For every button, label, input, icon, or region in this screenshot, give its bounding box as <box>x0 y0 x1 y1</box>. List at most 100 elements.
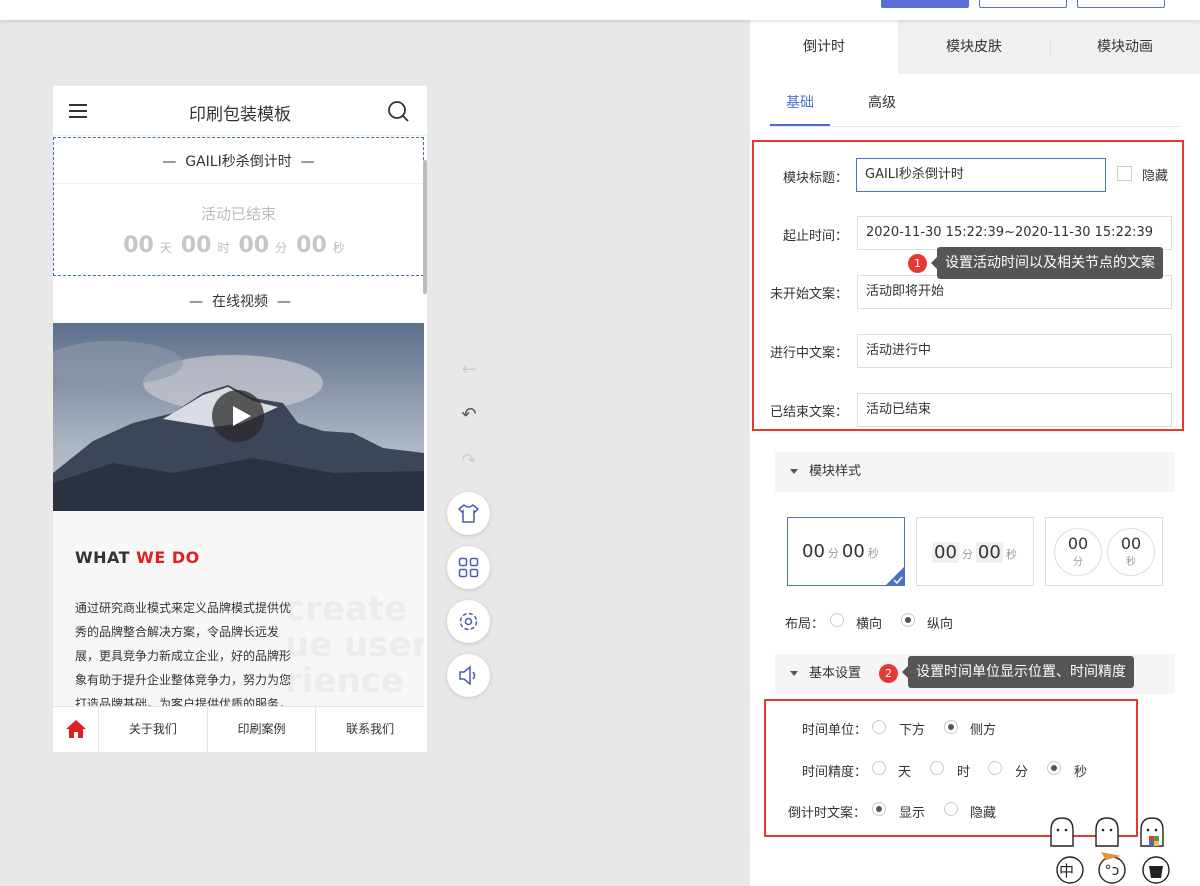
in-progress-label: 进行中文案： <box>769 346 848 361</box>
precision-second-label: 秒 <box>1074 765 1088 780</box>
time-unit-side-radio[interactable] <box>944 720 958 734</box>
minutes-value: 00 <box>238 233 270 258</box>
modules-tool-button[interactable] <box>447 546 490 589</box>
hide-title-checkbox[interactable] <box>1117 166 1132 181</box>
subtab-basic[interactable]: 基础 <box>786 92 814 112</box>
time-unit-below-label: 下方 <box>899 723 926 738</box>
precision-label: 时间精度： <box>802 765 868 780</box>
countdown-text-show-label: 显示 <box>899 806 926 821</box>
precision-hour-radio[interactable] <box>930 761 944 775</box>
tip-2-badge: 2 <box>879 664 898 683</box>
time-unit-side-label: 侧方 <box>970 723 997 738</box>
module-style-section[interactable]: 模块样式 <box>775 452 1175 492</box>
days-unit: 天 <box>159 241 172 255</box>
precision-hour-label: 时 <box>957 765 971 780</box>
tab-module-animation[interactable]: 模块动画 <box>1050 20 1200 74</box>
skin-tool-button[interactable] <box>447 492 490 535</box>
what-we-do-heading: WHAT WE DO <box>75 548 200 567</box>
gear-icon <box>459 612 478 631</box>
settings-panel: 倒计时 模块皮肤 模块动画 基础 高级 模块标题： GAILI秒杀倒计时 隐藏 … <box>750 20 1200 886</box>
subtab-divider <box>770 126 1180 127</box>
precision-day-radio[interactable] <box>872 761 886 775</box>
layout-vertical-label: 纵向 <box>927 617 954 632</box>
ended-input[interactable]: 活动已结束 <box>857 393 1172 427</box>
nav-item-contact[interactable]: 联系我们 <box>316 707 424 752</box>
not-started-label: 未开始文案： <box>769 287 848 302</box>
layout-horizontal-label: 横向 <box>856 617 883 632</box>
countdown-module[interactable]: — GAILI秒杀倒计时 — 活动已结束 00 天 00 时 00 分 00 秒 <box>53 137 424 276</box>
circle-minutes: 00 分 <box>1054 528 1102 576</box>
tab-module-skin[interactable]: 模块皮肤 <box>898 20 1050 74</box>
home-nav-item[interactable] <box>53 707 99 752</box>
search-icon[interactable] <box>387 100 409 122</box>
module-title-input[interactable]: GAILI秒杀倒计时 <box>856 158 1106 192</box>
secondary-action-button[interactable] <box>979 0 1067 8</box>
home-icon <box>66 720 86 738</box>
play-button[interactable] <box>212 390 264 442</box>
phone-scrollbar[interactable] <box>423 160 427 294</box>
tshirt-icon <box>458 504 479 523</box>
background-text: create ue user rience <box>285 589 424 701</box>
time-range-input[interactable]: 2020-11-30 15:22:39~2020-11-30 15:22:39 <box>857 216 1172 250</box>
hours-unit: 时 <box>217 241 230 255</box>
countdown-divider <box>54 183 423 184</box>
tip-1-tooltip: 设置活动时间以及相关节点的文案 <box>931 247 1163 279</box>
seconds-unit: 秒 <box>332 241 345 255</box>
style-card-2[interactable]: 00 分 00 秒 <box>916 517 1034 586</box>
precision-minute-radio[interactable] <box>988 761 1002 775</box>
precision-second-radio[interactable] <box>1047 761 1061 775</box>
what-we-do-text: 通过研究商业模式来定义品牌模式提供优秀的品牌整合解决方案，令品牌长远发展，更具竞… <box>75 601 292 706</box>
top-toolbar <box>0 0 1200 20</box>
countdown-text-hide-label: 隐藏 <box>970 806 997 821</box>
subtab-advanced[interactable]: 高级 <box>868 92 896 112</box>
phone-header: 印刷包装模板 <box>53 86 427 136</box>
phone-preview: 印刷包装模板 — GAILI秒杀倒计时 — 活动已结束 00 天 00 时 00 分 00 秒… <box>53 86 427 752</box>
bottom-nav: 关于我们 印刷案例 联系我们 <box>53 706 424 752</box>
panel-tabs: 倒计时 模块皮肤 模块动画 <box>750 20 1200 74</box>
subtab-underline <box>770 124 830 126</box>
tab-countdown[interactable]: 倒计时 <box>750 20 898 74</box>
what-we-do-section: create ue user rience WHAT WE DO 通过研究商业模式来… <box>53 511 424 706</box>
settings-tool-button[interactable] <box>447 600 490 643</box>
layout-vertical-radio[interactable] <box>901 613 915 627</box>
speaker-icon <box>459 665 476 686</box>
hide-title-label: 隐藏 <box>1142 169 1169 184</box>
style-card-1[interactable]: 00 分 00 秒 <box>787 517 905 586</box>
countdown-title: — GAILI秒杀倒计时 — <box>162 154 315 170</box>
undo-icon[interactable]: ↶ <box>459 405 479 425</box>
hours-value: 00 <box>180 233 212 258</box>
precision-day-label: 天 <box>898 765 912 780</box>
redo-icon[interactable]: ↷ <box>459 451 479 471</box>
in-progress-input[interactable]: 活动进行中 <box>857 334 1172 368</box>
tip-2-tooltip: 设置时间单位显示位置、时间精度 <box>902 656 1134 688</box>
precision-minute-label: 分 <box>1015 765 1029 780</box>
countdown-status: 活动已结束 <box>200 205 276 223</box>
grid-icon <box>458 557 479 578</box>
layout-label: 布局： <box>785 617 825 632</box>
not-started-input[interactable]: 活动即将开始 <box>857 275 1172 309</box>
time-unit-label: 时间单位： <box>802 723 868 738</box>
time-range-label: 起止时间： <box>782 229 848 244</box>
countdown-text-hide-radio[interactable] <box>944 802 958 816</box>
sound-tool-button[interactable] <box>447 654 490 697</box>
video-thumbnail[interactable] <box>53 323 424 511</box>
svg-text:°ɔ: °ɔ <box>1105 863 1120 879</box>
nav-item-cases[interactable]: 印刷案例 <box>208 707 317 752</box>
primary-action-button[interactable] <box>881 0 969 8</box>
countdown-text-label: 倒计时文案： <box>788 806 867 821</box>
back-arrow-icon[interactable]: ← <box>459 360 479 380</box>
nav-item-about[interactable]: 关于我们 <box>99 707 208 752</box>
video-section-title: — 在线视频 — <box>189 294 291 310</box>
minutes-unit: 分 <box>275 241 288 255</box>
tertiary-action-button[interactable] <box>1077 0 1165 8</box>
circle-seconds: 00 秒 <box>1107 528 1155 576</box>
countdown-text-show-radio[interactable] <box>872 802 886 816</box>
phone-title: 印刷包装模板 <box>189 105 291 125</box>
selected-check-icon <box>885 566 905 586</box>
layout-horizontal-radio[interactable] <box>830 613 844 627</box>
style-card-3[interactable]: 00 分 00 秒 <box>1045 517 1163 586</box>
tip-1-badge: 1 <box>908 254 927 273</box>
days-value: 00 <box>123 233 154 258</box>
countdown-timer: 00 天 00 时 00 分 00 秒 <box>54 233 423 258</box>
time-unit-below-radio[interactable] <box>872 720 886 734</box>
